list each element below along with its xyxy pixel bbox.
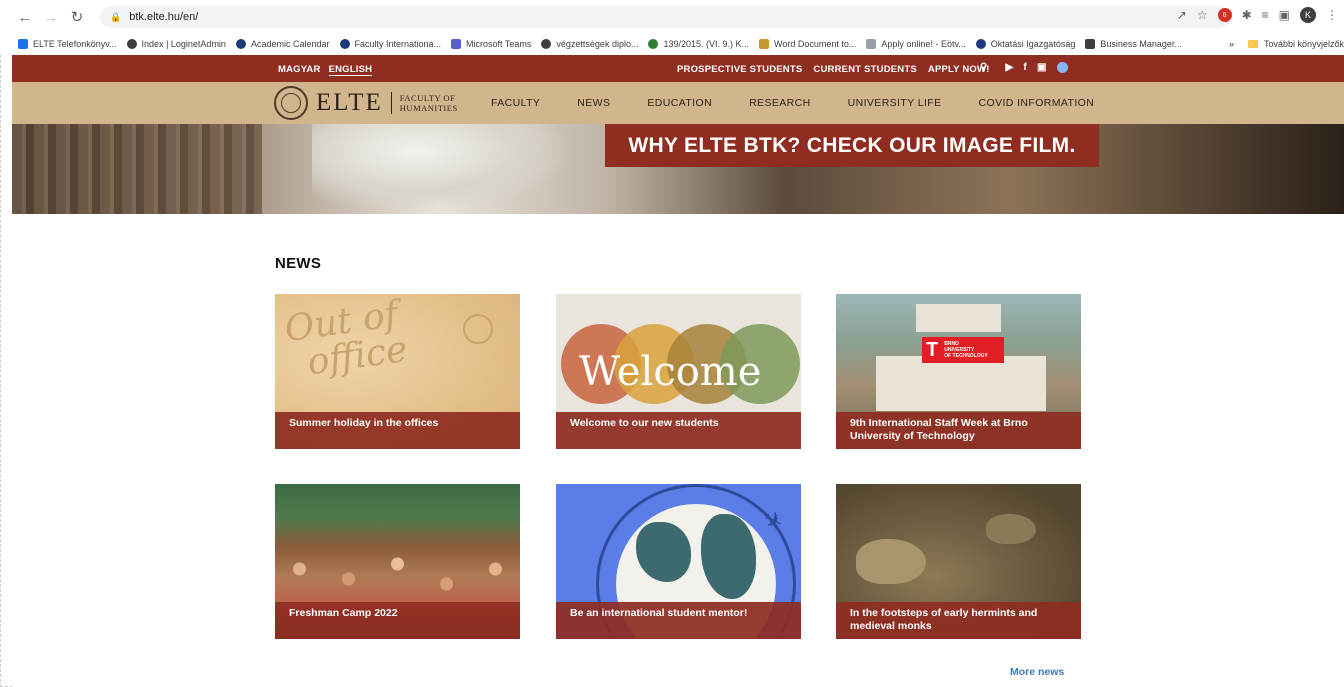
nav-covid-information[interactable]: COVID INFORMATION <box>979 97 1095 109</box>
hero-bookshelf <box>12 124 262 214</box>
sun-icon <box>463 314 493 344</box>
news-caption[interactable]: Summer holiday in the offices <box>275 412 520 449</box>
phonebook-icon <box>18 39 28 49</box>
elte-icon <box>339 39 350 49</box>
bookmark-item[interactable]: Microsoft Teams <box>451 39 531 49</box>
bookmarks-bar: ELTE Telefonkönyv... Index | LoginetAdmi… <box>0 34 1344 54</box>
word-icon <box>759 39 770 49</box>
elte-icon <box>975 39 986 49</box>
reload-icon[interactable]: ↻ <box>66 6 88 28</box>
bookmark-item[interactable]: Apply online! - Eötv... <box>866 39 966 49</box>
forward-icon[interactable]: → <box>40 6 62 28</box>
news-caption[interactable]: Be an international student mentor! <box>556 602 801 639</box>
news-card[interactable]: In the footsteps of early hermints and m… <box>836 484 1081 639</box>
gov-icon <box>648 39 659 49</box>
elte-icon <box>235 39 246 49</box>
more-bookmarks-icon[interactable]: » <box>1229 39 1234 49</box>
hero-banner-link[interactable]: WHY ELTE BTK? CHECK OUR IMAGE FILM. <box>605 124 1099 167</box>
globe-icon <box>126 39 137 49</box>
address-bar[interactable]: 🔒 btk.elte.hu/en/ <box>100 6 1230 28</box>
bookmark-item[interactable]: Word Document to... <box>759 39 856 49</box>
news-card[interactable]: Welcome Welcome to our new students <box>556 294 801 449</box>
menu-kebab-icon[interactable]: ⋮ <box>1326 8 1338 22</box>
profile-avatar[interactable]: K <box>1300 7 1316 23</box>
bookmark-item[interactable]: Business Manager... <box>1085 39 1182 49</box>
reading-list-icon[interactable]: ≡ <box>1262 8 1269 22</box>
news-caption[interactable]: Welcome to our new students <box>556 412 801 449</box>
hero-figure <box>312 124 572 214</box>
prospective-students-link[interactable]: PROSPECTIVE STUDENTS <box>677 64 802 75</box>
hero-image: WHY ELTE BTK? CHECK OUR IMAGE FILM. <box>12 124 1344 214</box>
side-panel-icon[interactable]: ▣ <box>1279 8 1290 22</box>
youtube-icon[interactable]: ▶ <box>1006 62 1014 73</box>
news-card[interactable]: T BRNO UNIVERSITY OF TECHNOLOGY 9th Interna… <box>836 294 1081 449</box>
news-card[interactable]: Freshman Camp 2022 <box>275 484 520 639</box>
nav-news[interactable]: NEWS <box>577 97 610 109</box>
extension-badge-icon[interactable]: 6 <box>1217 8 1232 22</box>
star-icon[interactable]: ☆ <box>1197 8 1208 22</box>
top-utility-bar: MAGYAR ENGLISH PROSPECTIVE STUDENTS CURR… <box>12 55 1344 82</box>
nav-university-life[interactable]: UNIVERSITY LIFE <box>848 97 942 109</box>
language-globe-icon[interactable] <box>1056 62 1068 73</box>
brno-logo: T BRNO UNIVERSITY OF TECHNOLOGY <box>922 337 1004 363</box>
elte-logo[interactable]: ELTE FACULTY OF HUMANITIES <box>274 86 458 120</box>
extensions-icon[interactable]: ✱ <box>1242 8 1252 22</box>
bookmark-item[interactable]: Oktatási Igazgatóság <box>975 39 1075 49</box>
bookmark-item[interactable]: Faculty Internationa... <box>339 39 441 49</box>
send-icon <box>866 39 877 49</box>
browser-toolbar: ← → ↻ 🔒 btk.elte.hu/en/ ↗ ☆ 6 ✱ ≡ ▣ K ⋮ <box>0 0 1344 34</box>
url-text: btk.elte.hu/en/ <box>129 11 199 23</box>
bookmark-item[interactable]: ELTE Telefonkönyv... <box>18 39 117 49</box>
instagram-icon[interactable]: ▣ <box>1037 62 1047 73</box>
news-caption[interactable]: In the footsteps of early hermints and m… <box>836 602 1081 639</box>
logo-wordmark: ELTE <box>316 89 383 116</box>
bookmark-item[interactable]: 139/2015. (VI. 9.) K... <box>648 39 749 49</box>
search-icon[interactable]: ⚲ <box>980 62 988 73</box>
nav-faculty[interactable]: FACULTY <box>491 97 540 109</box>
other-bookmarks[interactable]: További könyvjelzők <box>1264 39 1344 49</box>
business-icon <box>1085 39 1096 49</box>
logo-divider <box>390 92 392 114</box>
news-caption[interactable]: 9th International Staff Week at Brno Uni… <box>836 412 1081 449</box>
lang-magyar-link[interactable]: MAGYAR <box>278 64 321 76</box>
main-navigation: ELTE FACULTY OF HUMANITIES FACULTY NEWS … <box>12 82 1344 124</box>
bookmark-item[interactable]: Academic Calendar <box>235 39 330 49</box>
globe-icon <box>541 39 552 49</box>
share-icon[interactable]: ↗ <box>1177 8 1187 22</box>
lang-english-link[interactable]: ENGLISH <box>328 64 373 76</box>
facebook-icon[interactable]: f <box>1023 62 1027 73</box>
nav-education[interactable]: EDUCATION <box>647 97 712 109</box>
news-card[interactable]: ✈ Be an international student mentor! <box>556 484 801 639</box>
more-news-link[interactable]: More news <box>1010 666 1064 678</box>
bookmark-item[interactable]: végzettségek diplo... <box>541 39 638 49</box>
elte-seal-icon <box>274 86 308 120</box>
teams-icon <box>451 39 462 49</box>
back-icon[interactable]: ← <box>14 6 36 28</box>
news-caption[interactable]: Freshman Camp 2022 <box>275 602 520 639</box>
current-students-link[interactable]: CURRENT STUDENTS <box>813 64 916 75</box>
folder-icon <box>1247 40 1258 48</box>
website: MAGYAR ENGLISH PROSPECTIVE STUDENTS CURR… <box>12 55 1344 687</box>
bookmark-item[interactable]: Index | LoginetAdmin <box>126 39 226 49</box>
news-heading: NEWS <box>275 255 322 272</box>
faculty-name: FACULTY OF HUMANITIES <box>399 93 458 113</box>
lock-icon: 🔒 <box>110 11 122 22</box>
news-card[interactable]: Out of office Summer holiday in the offic… <box>275 294 520 449</box>
nav-research[interactable]: RESEARCH <box>749 97 811 109</box>
